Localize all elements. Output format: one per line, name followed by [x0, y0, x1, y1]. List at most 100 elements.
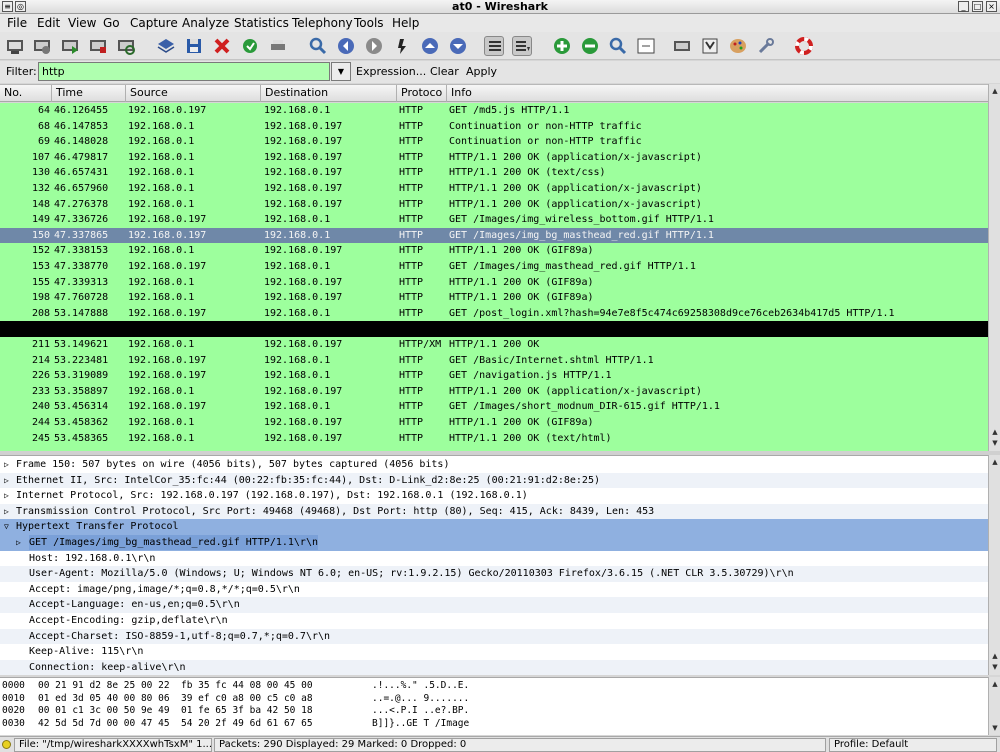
reload-icon[interactable]	[240, 36, 260, 56]
column-header-no[interactable]: No.	[0, 85, 52, 102]
clear-button[interactable]: Clear	[430, 65, 459, 78]
interface-list-icon[interactable]	[5, 36, 25, 56]
menu-view[interactable]: View	[68, 16, 96, 30]
help-icon[interactable]	[794, 36, 814, 56]
scroll-up-icon[interactable]: ▲	[990, 427, 1000, 437]
detail-tree-item[interactable]: Host: 192.168.0.1\r\n	[0, 551, 988, 567]
expand-arrow-icon[interactable]: ▷	[4, 457, 9, 472]
preferences-icon[interactable]	[756, 36, 776, 56]
menu-edit[interactable]: Edit	[37, 16, 60, 30]
menu-help[interactable]: Help	[392, 16, 419, 30]
apply-button[interactable]: Apply	[466, 65, 497, 78]
packet-row[interactable]: 208 53.147888 192.168.0.197 192.168.0.1 HTTP…	[0, 305, 988, 322]
coloring-rules-icon[interactable]	[728, 36, 748, 56]
scroll-down-icon[interactable]: ▼	[990, 438, 1000, 448]
scroll-down-icon[interactable]: ▼	[990, 723, 1000, 733]
colorize-icon[interactable]	[484, 36, 504, 56]
column-header-protocol[interactable]: Protoco	[397, 85, 447, 102]
capture-filters-icon[interactable]	[672, 36, 692, 56]
go-first-icon[interactable]	[420, 36, 440, 56]
hex-row[interactable]: 0010 01 ed 3d 05 40 00 80 06 39 ef c0 a8 …	[0, 693, 988, 706]
packet-row[interactable]: 245 53.458365 192.168.0.1 192.168.0.197 HTTP…	[0, 430, 988, 447]
start-capture-icon[interactable]	[60, 36, 80, 56]
packet-row[interactable]: 233 53.358897 192.168.0.1 192.168.0.197 HTTP…	[0, 383, 988, 400]
column-header-time[interactable]: Time	[52, 85, 126, 102]
zoom-in-icon[interactable]	[552, 36, 572, 56]
go-last-icon[interactable]	[448, 36, 468, 56]
column-header-destination[interactable]: Destination	[261, 85, 397, 102]
detail-tree-item[interactable]: Connection: keep-alive\r\n	[0, 659, 988, 675]
expression-button[interactable]: Expression...	[356, 65, 426, 78]
detail-tree-item[interactable]: Keep-Alive: 115\r\n	[0, 644, 988, 660]
packet-row[interactable]: 198 47.760728 192.168.0.1 192.168.0.197 HTTP…	[0, 290, 988, 306]
resize-columns-icon[interactable]	[636, 36, 656, 56]
packet-row[interactable]: 155 47.339313 192.168.0.1 192.168.0.197 HTTP…	[0, 274, 988, 291]
detail-tree-item[interactable]: ▷ Frame 150: 507 bytes on wire (4056 bits…	[0, 457, 988, 473]
packet-row[interactable]: 130 46.657431 192.168.0.1 192.168.0.197 HTTP…	[0, 165, 988, 181]
menu-tools[interactable]: Tools	[354, 16, 384, 30]
menu-statistics[interactable]: Statistics	[234, 16, 289, 30]
go-to-packet-icon[interactable]	[392, 36, 412, 56]
display-filters-icon[interactable]	[700, 36, 720, 56]
expanded-arrow-icon[interactable]: ▽	[4, 519, 9, 534]
hex-row[interactable]: 0030 42 5d 5d 7d 00 00 47 45 54 20 2f 49 …	[0, 718, 988, 731]
column-header-source[interactable]: Source	[126, 85, 261, 102]
detail-tree-item[interactable]: User-Agent: Mozilla/5.0 (Windows; U; Win…	[0, 566, 988, 582]
minimize-icon[interactable]: _	[958, 1, 969, 12]
detail-tree-item[interactable]: Accept-Charset: ISO-8859-1,utf-8;q=0.7,*…	[0, 628, 988, 645]
scroll-down-icon[interactable]: ▼	[990, 662, 1000, 672]
column-header-info[interactable]: Info	[447, 85, 988, 102]
autoscroll-icon[interactable]	[512, 36, 532, 56]
detail-tree-item[interactable]: ▽ Hypertext Transfer Protocol	[0, 519, 988, 535]
status-profile[interactable]: Profile: Default	[829, 738, 997, 752]
scroll-up-icon[interactable]: ▲	[990, 679, 1000, 689]
detail-tree-item[interactable]: ▷ Transmission Control Protocol, Src Port…	[0, 503, 988, 520]
packet-row[interactable]: 244 53.458362 192.168.0.1 192.168.0.197 HTTP…	[0, 415, 988, 431]
menu-file[interactable]: File	[7, 16, 27, 30]
expert-info-icon[interactable]	[2, 740, 11, 749]
filter-input[interactable]	[38, 62, 330, 81]
packet-row[interactable]: 150 47.337865 192.168.0.197 192.168.0.1 HTTP…	[0, 227, 988, 244]
packet-row[interactable]: 69 46.148028 192.168.0.1 192.168.0.197 HTTP C…	[0, 134, 988, 150]
go-back-icon[interactable]	[336, 36, 356, 56]
packet-row[interactable]: 107 46.479817 192.168.0.1 192.168.0.197 HTTP…	[0, 149, 988, 166]
menu-analyze[interactable]: Analyze	[182, 16, 229, 30]
packet-row[interactable]: 132 46.657960 192.168.0.1 192.168.0.197 HTTP…	[0, 181, 988, 197]
expand-arrow-icon[interactable]: ▷	[4, 473, 9, 488]
expand-arrow-icon[interactable]: ▷	[4, 488, 9, 503]
print-icon[interactable]	[268, 36, 288, 56]
normal-size-icon[interactable]	[608, 36, 628, 56]
restart-capture-icon[interactable]	[116, 36, 136, 56]
hex-row[interactable]: 0000 00 21 91 d2 8e 25 00 22 fb 35 fc 44 …	[0, 680, 988, 693]
packet-row[interactable]: 211 53.149621 192.168.0.1 192.168.0.197 HTTP…	[0, 337, 988, 353]
menu-capture[interactable]: Capture	[130, 16, 178, 30]
menu-go[interactable]: Go	[103, 16, 120, 30]
filter-dropdown-icon[interactable]: ▼	[331, 62, 351, 81]
capture-options-icon[interactable]	[32, 36, 52, 56]
packet-list-scrollbar[interactable]: ▲ ▲ ▼	[988, 84, 1000, 451]
detail-tree-item[interactable]: ▷ Ethernet II, Src: IntelCor_35:fc:44 (00…	[0, 472, 988, 489]
packet-row[interactable]: 240 53.456314 192.168.0.197 192.168.0.1 HTTP…	[0, 399, 988, 415]
expand-arrow-icon[interactable]: ▷	[4, 504, 9, 519]
open-file-icon[interactable]	[156, 36, 176, 56]
zoom-out-icon[interactable]	[580, 36, 600, 56]
detail-tree-item[interactable]: Accept-Encoding: gzip,deflate\r\n	[0, 613, 988, 629]
save-file-icon[interactable]	[184, 36, 204, 56]
details-scrollbar[interactable]: ▲ ▲ ▼	[988, 455, 1000, 675]
scroll-up-icon[interactable]: ▲	[990, 457, 1000, 467]
detail-tree-item[interactable]: ▷ GET /Images/img_bg_masthead_red.gif HTT…	[0, 535, 988, 551]
scroll-up-icon[interactable]: ▲	[990, 86, 1000, 96]
go-forward-icon[interactable]	[364, 36, 384, 56]
detail-tree-item[interactable]: Accept: image/png,image/*;q=0.8,*/*;q=0.…	[0, 582, 988, 598]
packet-row[interactable]: 64 46.126455 192.168.0.197 192.168.0.1 HTTP G…	[0, 103, 988, 119]
menu-telephony[interactable]: Telephony	[292, 16, 353, 30]
detail-tree-item[interactable]: ▷ Internet Protocol, Src: 192.168.0.197 (…	[0, 488, 988, 504]
packet-row[interactable]: 153 47.338770 192.168.0.197 192.168.0.1 HTTP…	[0, 259, 988, 275]
packet-row[interactable]: 226 53.319089 192.168.0.197 192.168.0.1 HTTP…	[0, 368, 988, 384]
packet-row[interactable]: 152 47.338153 192.168.0.1 192.168.0.197 HTTP…	[0, 243, 988, 259]
hex-row[interactable]: 0020 00 01 c1 3c 00 50 9e 49 01 fe 65 3f …	[0, 705, 988, 718]
detail-tree-item[interactable]: Accept-Language: en-us,en;q=0.5\r\n	[0, 597, 988, 613]
scroll-up-icon[interactable]: ▲	[990, 651, 1000, 661]
packet-row[interactable]: 68 46.147853 192.168.0.1 192.168.0.197 HTTP C…	[0, 118, 988, 135]
bytes-scrollbar[interactable]: ▲ ▼	[988, 677, 1000, 735]
